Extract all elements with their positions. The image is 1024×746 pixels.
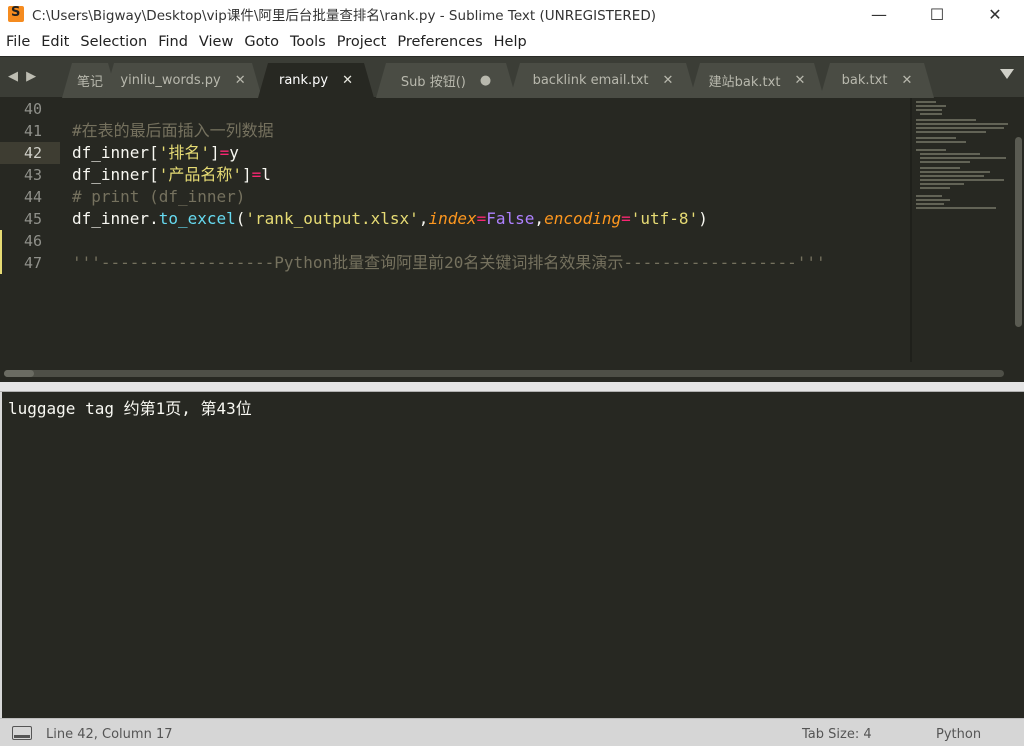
panel-toggle-icon[interactable] (12, 726, 32, 740)
code-keyword-arg: index (428, 209, 477, 228)
code-operator: = (621, 209, 631, 228)
code-token: ] (241, 165, 252, 184)
line-number-modified: 46 (0, 230, 60, 252)
tab-label: bak.txt (841, 73, 888, 88)
code-string: 'rank_output.xlsx' (245, 209, 419, 228)
code-editor[interactable]: 40 41 42 43 44 45 46 47 #在表的最后面插入一列数据 df… (0, 97, 1024, 382)
cursor-position: Line 42, Column 17 (46, 727, 173, 742)
tab-close-icon[interactable]: ✕ (901, 73, 912, 88)
code-token: ( (235, 209, 246, 228)
tab-label: yinliu_words.py (120, 73, 221, 88)
minimize-button[interactable]: — (850, 0, 908, 28)
menu-goto[interactable]: Goto (240, 34, 283, 50)
tab-label: 建站bak.txt (708, 75, 781, 90)
tab-close-icon[interactable]: ✕ (342, 73, 353, 88)
code-token: y (229, 143, 239, 162)
tab-jianzhan-bak[interactable]: 建站bak.txt ✕ (690, 63, 824, 98)
tab-label: 笔记 (76, 75, 103, 90)
code-line-42: df_inner['排名']=y (72, 142, 239, 164)
horizontal-scrollbar[interactable] (0, 367, 1008, 379)
line-number: 43 (23, 166, 42, 184)
code-token: ] (209, 143, 220, 162)
horizontal-scrollbar-track (4, 370, 1004, 377)
line-number: 45 (23, 210, 42, 228)
menu-preferences[interactable]: Preferences (393, 34, 486, 50)
code-string: '产品名称' (158, 165, 242, 184)
window-controls: — ☐ ✕ (850, 0, 1024, 28)
tab-close-icon[interactable]: ✕ (794, 73, 805, 88)
menu-project[interactable]: Project (333, 34, 391, 50)
code-token: , (418, 209, 429, 228)
menu-help[interactable]: Help (490, 34, 531, 50)
code-token: df_inner. (72, 209, 159, 228)
horizontal-scrollbar-thumb[interactable] (4, 370, 34, 377)
code-token: df_inner[ (72, 165, 159, 184)
line-number-current: 42 (0, 142, 60, 164)
tab-size[interactable]: Tab Size: 4 (802, 727, 872, 742)
vertical-scrollbar[interactable] (1013, 97, 1024, 362)
tab-close-icon[interactable]: ✕ (662, 73, 673, 88)
maximize-button[interactable]: ☐ (908, 0, 966, 28)
line-number: 41 (23, 122, 42, 140)
code-operator: = (251, 165, 262, 184)
status-bar: Line 42, Column 17 Tab Size: 4 Python (0, 718, 1024, 746)
menu-edit[interactable]: Edit (37, 34, 73, 50)
sublime-logo-icon (8, 5, 24, 22)
code-function: to_excel (158, 209, 236, 228)
vertical-scrollbar-thumb[interactable] (1015, 137, 1022, 327)
code-line-45: df_inner.to_excel('rank_output.xlsx',ind… (72, 208, 708, 230)
code-line-43: df_inner['产品名称']=l (72, 164, 271, 186)
tab-backlink-email[interactable]: backlink email.txt ✕ (510, 63, 696, 98)
tab-bak[interactable]: bak.txt ✕ (820, 63, 934, 98)
menu-view[interactable]: View (195, 34, 237, 50)
code-constant: False (486, 209, 535, 228)
code-token: , (534, 209, 545, 228)
tab-label: backlink email.txt (532, 73, 649, 88)
menu-find[interactable]: Find (154, 34, 192, 50)
panel-splitter[interactable] (0, 382, 1024, 392)
minimap[interactable] (912, 97, 1012, 362)
code-string: '排名' (158, 143, 210, 162)
tab-bar: ◀ ▶ 笔记 yinliu_words.py ✕ rank.py ✕ Sub 按… (0, 56, 1024, 97)
line-number: 40 (23, 100, 42, 118)
menu-file[interactable]: File (2, 34, 34, 50)
code-token: ) (698, 209, 708, 228)
tab-rank-py[interactable]: rank.py ✕ (258, 63, 374, 98)
line-number: 44 (23, 188, 42, 206)
tab-close-icon[interactable]: ✕ (235, 73, 246, 88)
title-bar: C:\Users\Bigway\Desktop\vip课件\阿里后台批量查排名\… (0, 0, 1024, 28)
menu-bar: File Edit Selection Find View Goto Tools… (0, 28, 1024, 56)
code-line-44: # print (df_inner) (72, 187, 246, 206)
code-line-41: #在表的最后面插入一列数据 (72, 121, 274, 140)
tab-label: Sub 按钮() (400, 75, 466, 90)
tab-yinliu-words[interactable]: yinliu_words.py ✕ (104, 63, 262, 98)
code-keyword-arg: encoding (544, 209, 622, 228)
code-token: l (261, 165, 271, 184)
tab-label: rank.py (278, 73, 329, 88)
code-string: 'utf-8' (630, 209, 699, 228)
code-operator: = (476, 209, 487, 228)
menu-selection[interactable]: Selection (76, 34, 151, 50)
tab-unsaved-dot-icon[interactable]: ● (480, 73, 491, 88)
line-number-modified: 47 (0, 252, 60, 274)
tab-sub-button[interactable]: Sub 按钮() ● (376, 63, 516, 98)
build-output-panel[interactable]: luggage tag 约第1页, 第43位 (0, 392, 1024, 718)
code-operator: = (219, 143, 230, 162)
code-token: df_inner[ (72, 143, 159, 162)
output-text: luggage tag 约第1页, 第43位 (8, 399, 252, 418)
syntax-selector[interactable]: Python (936, 727, 981, 742)
code-line-47: '''------------------Python批量查询阿里前20名关键词… (72, 253, 826, 272)
window-title: C:\Users\Bigway\Desktop\vip课件\阿里后台批量查排名\… (32, 8, 656, 24)
menu-tools[interactable]: Tools (286, 34, 330, 50)
close-button[interactable]: ✕ (966, 0, 1024, 28)
